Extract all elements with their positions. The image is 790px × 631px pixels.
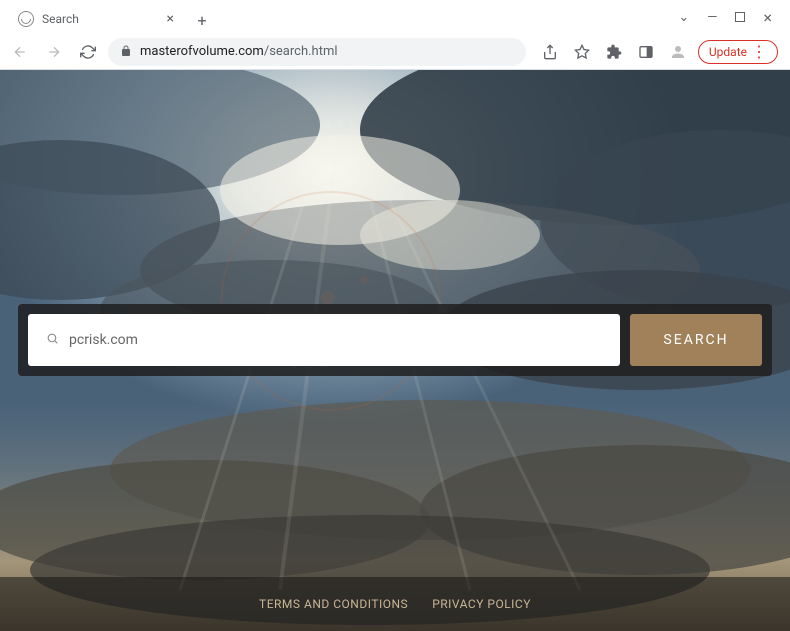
bookmark-star-icon[interactable]	[570, 40, 594, 64]
side-panel-icon[interactable]	[634, 40, 658, 64]
share-icon[interactable]	[538, 40, 562, 64]
minimize-button[interactable]: —	[707, 10, 717, 25]
window-controls: ⌄ — ×	[678, 0, 790, 34]
globe-icon	[18, 11, 34, 27]
update-button[interactable]: Update ⋮	[698, 40, 778, 64]
back-button[interactable]	[6, 38, 34, 66]
search-input[interactable]	[69, 332, 602, 348]
address-bar[interactable]: masterofvolume.com/search.html	[108, 38, 526, 66]
tab-title: Search	[42, 12, 163, 26]
search-box	[28, 314, 620, 366]
browser-title-bar: Search × + ⌄ — ×	[0, 0, 790, 34]
footer-link-privacy[interactable]: PRIVACY POLICY	[432, 597, 531, 611]
profile-icon[interactable]	[666, 40, 690, 64]
browser-tab[interactable]: Search ×	[8, 4, 188, 34]
reload-button[interactable]	[74, 38, 102, 66]
search-icon	[46, 332, 59, 349]
footer-link-terms[interactable]: TERMS AND CONDITIONS	[259, 597, 408, 611]
new-tab-button[interactable]: +	[188, 6, 216, 34]
extensions-icon[interactable]	[602, 40, 626, 64]
chevron-down-icon[interactable]: ⌄	[678, 10, 689, 25]
maximize-button[interactable]	[735, 12, 745, 22]
search-button[interactable]: SEARCH	[630, 314, 762, 366]
url-text: masterofvolume.com/search.html	[140, 44, 338, 59]
close-tab-icon[interactable]: ×	[163, 11, 178, 27]
page-content: PCrisk.com SEARCH TERMS AND CONDITIONS P…	[0, 70, 790, 631]
browser-toolbar: masterofvolume.com/search.html Update ⋮	[0, 34, 790, 70]
page-footer: TERMS AND CONDITIONS PRIVACY POLICY	[0, 577, 790, 631]
forward-button[interactable]	[40, 38, 68, 66]
close-window-button[interactable]: ×	[763, 8, 772, 27]
lock-icon	[120, 42, 132, 61]
search-container: SEARCH	[18, 304, 772, 376]
